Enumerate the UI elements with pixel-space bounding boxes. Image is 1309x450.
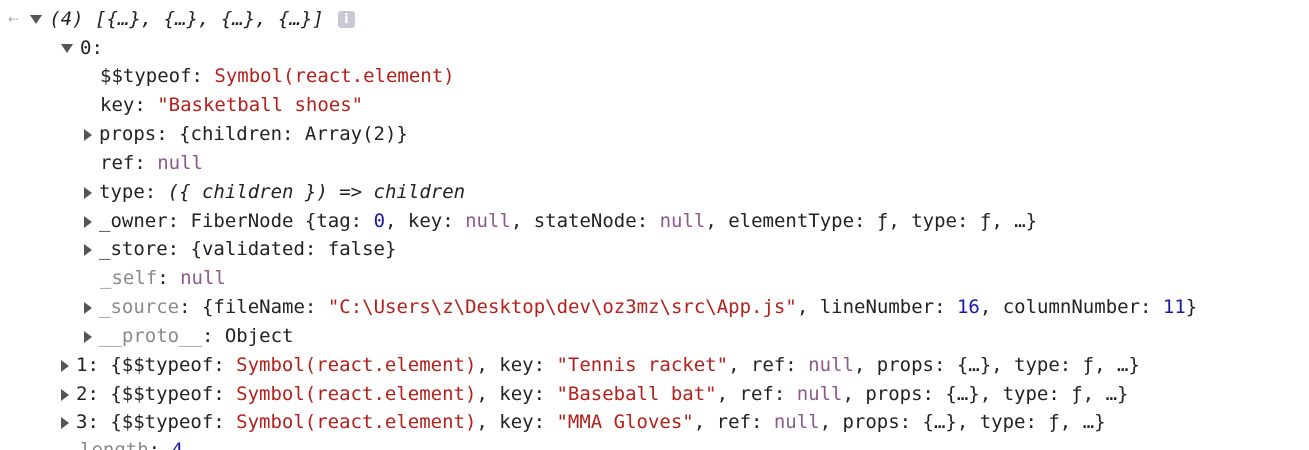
prop-value: 4 <box>171 439 183 450</box>
prop-key: props <box>99 123 157 145</box>
prop-key: key <box>100 94 135 116</box>
store-row[interactable]: _store: {validated: false} <box>84 235 396 264</box>
typeof-row: $$typeof: Symbol(react.element) <box>100 62 455 91</box>
length-row: length: 4 <box>80 436 183 450</box>
item-2-row[interactable]: 2: {$$typeof: Symbol(react.element), key… <box>61 380 1128 409</box>
expand-toggle-icon[interactable] <box>61 388 69 401</box>
array-summary-row[interactable]: ⇠ (4) [{…}, {…}, {…}, {…}] i <box>8 5 355 34</box>
item-3-row[interactable]: 3: {$$typeof: Symbol(react.element), key… <box>61 408 1106 437</box>
prop-key: type <box>99 181 145 203</box>
expand-toggle-icon[interactable] <box>61 416 69 429</box>
prop-key: ref <box>100 152 135 174</box>
prop-key: length <box>80 439 149 450</box>
item-label: 1: <box>76 354 99 376</box>
props-row[interactable]: props: {children: Array(2)} <box>84 120 408 149</box>
source-row[interactable]: _source: {fileName: "C:\Users\z\Desktop\… <box>84 293 1197 322</box>
expand-toggle-icon[interactable] <box>84 301 92 314</box>
expand-toggle-icon[interactable] <box>61 44 73 53</box>
ref-row: ref: null <box>100 149 203 178</box>
prop-key: _source <box>99 296 180 318</box>
self-row: _self: null <box>100 264 226 293</box>
prop-value: {validated: false} <box>190 238 397 260</box>
item-0-row[interactable]: 0: <box>61 34 103 63</box>
prop-value: null <box>180 267 226 289</box>
info-icon[interactable]: i <box>337 11 355 28</box>
owner-row[interactable]: _owner: FiberNode {tag: 0, key: null, st… <box>84 207 1037 236</box>
prop-key: $$typeof <box>100 65 192 87</box>
expand-toggle-icon[interactable] <box>84 186 92 199</box>
proto-row[interactable]: __proto__: Object <box>84 322 293 351</box>
prop-key: _store <box>99 238 168 260</box>
source-file: "C:\Users\z\Desktop\dev\oz3mz\src\App.js… <box>327 296 797 318</box>
console-output: ⇠ (4) [{…}, {…}, {…}, {…}] i 0: $$typeof… <box>0 0 1309 450</box>
prop-key: _owner <box>99 210 168 232</box>
prop-value: null <box>157 152 203 174</box>
item-0-label: 0: <box>80 37 103 59</box>
item-label: 3: <box>76 411 99 433</box>
prop-value: FiberNode {tag: <box>190 210 374 232</box>
expand-toggle-icon[interactable] <box>84 215 92 228</box>
expand-toggle-icon[interactable] <box>84 330 92 343</box>
prop-value: "Basketball shoes" <box>157 94 364 116</box>
prop-key: __proto__ <box>99 325 202 347</box>
prop-value: ({ children }) => children <box>167 181 466 203</box>
prop-value: {children: Array(2)} <box>179 123 408 145</box>
item-label: 2: <box>76 383 99 405</box>
expand-toggle-icon[interactable] <box>84 243 92 256</box>
type-row[interactable]: type: ({ children }) => children <box>84 178 465 207</box>
array-summary: (4) [{…}, {…}, {…}, {…}] <box>49 8 324 30</box>
prop-value: Object <box>224 325 294 347</box>
expand-toggle-icon[interactable] <box>30 15 43 24</box>
prop-value: Symbol(react.element) <box>214 65 455 87</box>
prop-key: _self <box>100 267 158 289</box>
item-1-row[interactable]: 1: {$$typeof: Symbol(react.element), key… <box>61 351 1140 380</box>
key-row: key: "Basketball shoes" <box>100 91 363 120</box>
expand-toggle-icon[interactable] <box>84 128 92 141</box>
expand-toggle-icon[interactable] <box>61 359 69 372</box>
result-arrow-icon: ⇠ <box>8 9 19 29</box>
